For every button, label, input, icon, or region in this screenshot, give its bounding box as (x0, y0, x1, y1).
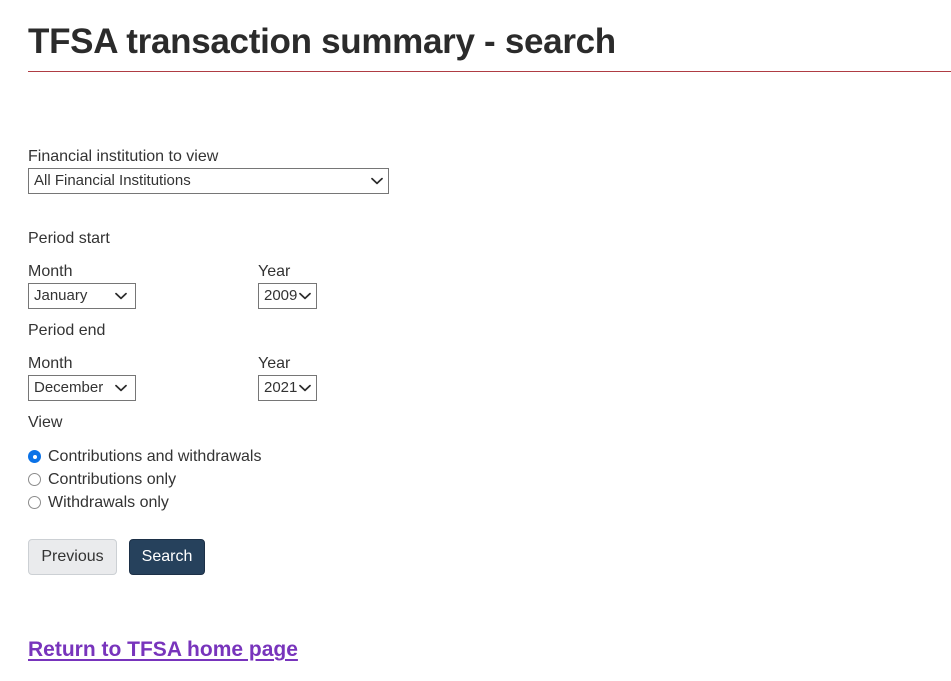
period-start-month-value: January (34, 287, 88, 304)
chevron-down-icon (299, 376, 311, 400)
radio-label: Contributions only (48, 470, 177, 488)
period-end-month-value: December (34, 379, 104, 396)
return-to-tfsa-home-link[interactable]: Return to TFSA home page (28, 638, 298, 662)
financial-institution-value: All Financial Institutions (34, 172, 191, 189)
chevron-down-icon (299, 284, 311, 308)
chevron-down-icon (115, 376, 127, 400)
view-heading: View (28, 414, 63, 431)
radio-indicator[interactable] (28, 473, 41, 486)
radio-label: Withdrawals only (48, 493, 169, 511)
radio-label: Contributions and withdrawals (48, 447, 262, 465)
page-title: TFSA transaction summary - search (28, 22, 616, 61)
period-start-heading: Period start (28, 230, 110, 247)
title-divider (28, 71, 951, 72)
period-start-month-label: Month (28, 263, 73, 280)
period-start-year-value: 2009 (264, 287, 298, 304)
chevron-down-icon (371, 169, 383, 193)
financial-institution-select[interactable]: All Financial Institutions (28, 168, 389, 194)
period-end-heading: Period end (28, 322, 106, 339)
radio-option-withdrawals-only[interactable]: Withdrawals only (28, 491, 169, 514)
period-start-month-select[interactable]: January (28, 283, 136, 309)
period-end-year-select[interactable]: 2021 (258, 375, 317, 401)
radio-indicator[interactable] (28, 450, 41, 463)
period-end-month-select[interactable]: December (28, 375, 136, 401)
previous-button[interactable]: Previous (28, 539, 117, 575)
period-start-year-select[interactable]: 2009 (258, 283, 317, 309)
chevron-down-icon (115, 284, 127, 308)
page-container: TFSA transaction summary - search Financ… (0, 0, 951, 681)
period-end-year-value: 2021 (264, 379, 298, 396)
period-end-year-label: Year (258, 355, 291, 372)
radio-option-contributions-and-withdrawals[interactable]: Contributions and withdrawals (28, 445, 261, 468)
period-start-year-label: Year (258, 263, 291, 280)
radio-option-contributions-only[interactable]: Contributions only (28, 468, 176, 491)
search-button[interactable]: Search (129, 539, 205, 575)
financial-institution-label: Financial institution to view (28, 148, 219, 165)
period-end-month-label: Month (28, 355, 73, 372)
radio-indicator[interactable] (28, 496, 41, 509)
